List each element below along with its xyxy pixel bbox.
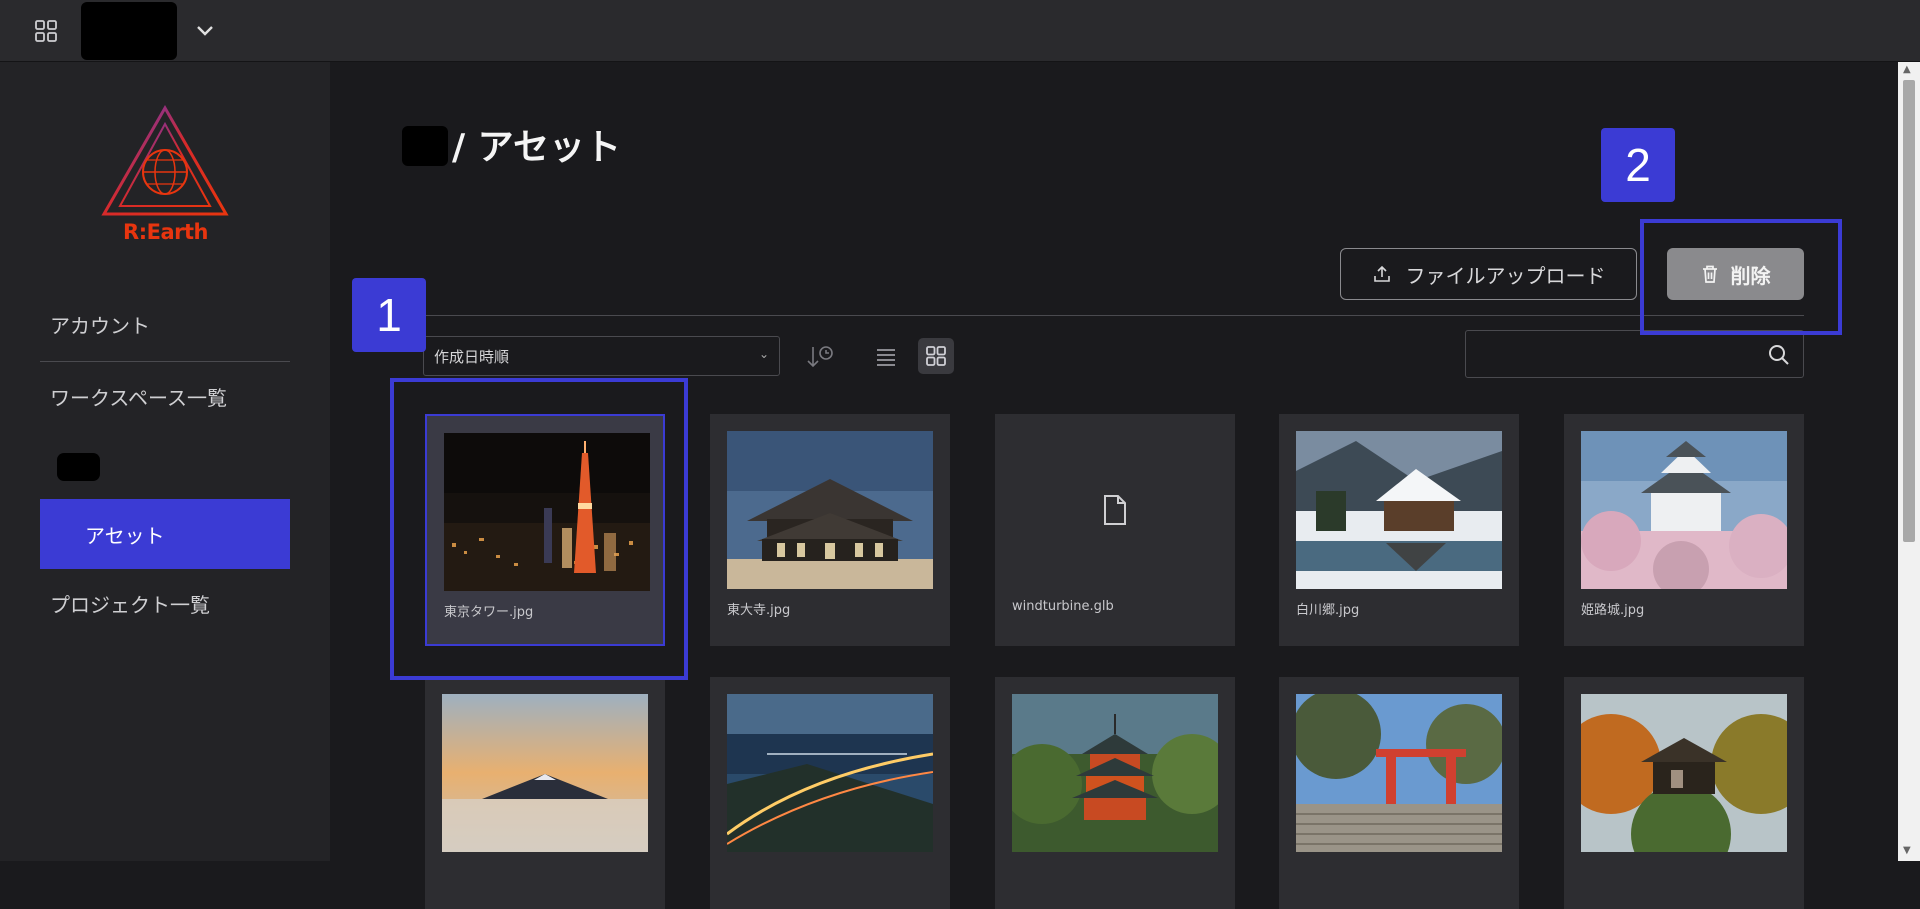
asset-name: 姫路城.jpg (1581, 603, 1645, 618)
asset-name: 東大寺.jpg (727, 603, 791, 618)
asset-card[interactable]: 姫路城.jpg (1564, 414, 1804, 646)
file-icon (1104, 495, 1126, 525)
asset-thumbnail (1581, 431, 1787, 589)
asset-thumbnail (1296, 431, 1502, 589)
workspace-avatar-small[interactable] (57, 453, 100, 481)
asset-thumbnail (727, 694, 933, 852)
workspace-name-redacted (402, 126, 448, 166)
asset-thumbnail (727, 431, 933, 589)
asset-thumbnail (442, 694, 648, 852)
scroll-up-arrow-icon[interactable]: ▲ (1903, 64, 1911, 75)
sidebar-item-account[interactable]: アカウント (40, 292, 290, 356)
sidebar-divider (40, 361, 290, 362)
asset-thumbnail (1581, 694, 1787, 852)
asset-card[interactable] (1564, 677, 1804, 909)
apps-grid-icon[interactable] (28, 14, 64, 48)
logo-text: R:Earth (123, 220, 208, 244)
annotation-badge-2: 2 (1601, 128, 1675, 202)
asset-name: 白川郷.jpg (1296, 603, 1360, 618)
upload-icon (1373, 265, 1390, 282)
upload-button-label: ファイルアップロード (1405, 263, 1606, 288)
reearth-logo: R:Earth (98, 102, 233, 247)
sidebar-item-projects[interactable]: プロジェクト一覧 (40, 571, 290, 635)
sort-select-value: 作成日時順 (434, 347, 510, 366)
asset-thumbnail (1012, 694, 1218, 852)
sidebar: R:Earth アカウント ワークスペース一覧 アセット プロジェクト一覧 (0, 62, 330, 861)
page-title: / アセット (452, 127, 621, 168)
asset-card[interactable] (710, 677, 950, 909)
main-content: / アセット ファイルアップロード 削除 作成日時順 ⌄ 東京タワー.jpg 東… (330, 62, 1898, 909)
asset-card[interactable]: 白川郷.jpg (1279, 414, 1519, 646)
workspace-avatar[interactable] (81, 2, 177, 60)
annotation-highlight-2 (1640, 219, 1842, 335)
sidebar-item-assets[interactable]: アセット (40, 499, 290, 569)
chevron-down-icon[interactable] (190, 16, 220, 46)
search-icon[interactable] (1767, 343, 1791, 367)
search-input[interactable] (1466, 331, 1756, 377)
asset-name: windturbine.glb (1012, 599, 1114, 614)
asset-card[interactable] (425, 677, 665, 909)
scrollbar-thumb[interactable] (1903, 80, 1915, 542)
search-field[interactable] (1465, 330, 1804, 378)
annotation-highlight-1 (390, 378, 688, 680)
asset-card[interactable]: 東大寺.jpg (710, 414, 950, 646)
chevron-down-icon: ⌄ (758, 347, 769, 361)
list-view-icon[interactable] (869, 340, 903, 374)
asset-card[interactable]: windturbine.glb (995, 414, 1235, 646)
upload-button[interactable]: ファイルアップロード (1340, 248, 1637, 300)
grid-view-icon[interactable] (918, 338, 954, 374)
top-bar (0, 0, 1920, 62)
scroll-down-arrow-icon[interactable]: ▼ (1903, 845, 1911, 856)
asset-thumbnail (1296, 694, 1502, 852)
toolbar-divider (402, 315, 1804, 316)
asset-card[interactable] (1279, 677, 1519, 909)
sort-select[interactable]: 作成日時順 ⌄ (423, 336, 780, 376)
sort-direction-icon[interactable] (803, 340, 837, 374)
asset-card[interactable] (995, 677, 1235, 909)
annotation-badge-1: 1 (352, 278, 426, 352)
sidebar-item-workspaces[interactable]: ワークスペース一覧 (40, 364, 290, 428)
